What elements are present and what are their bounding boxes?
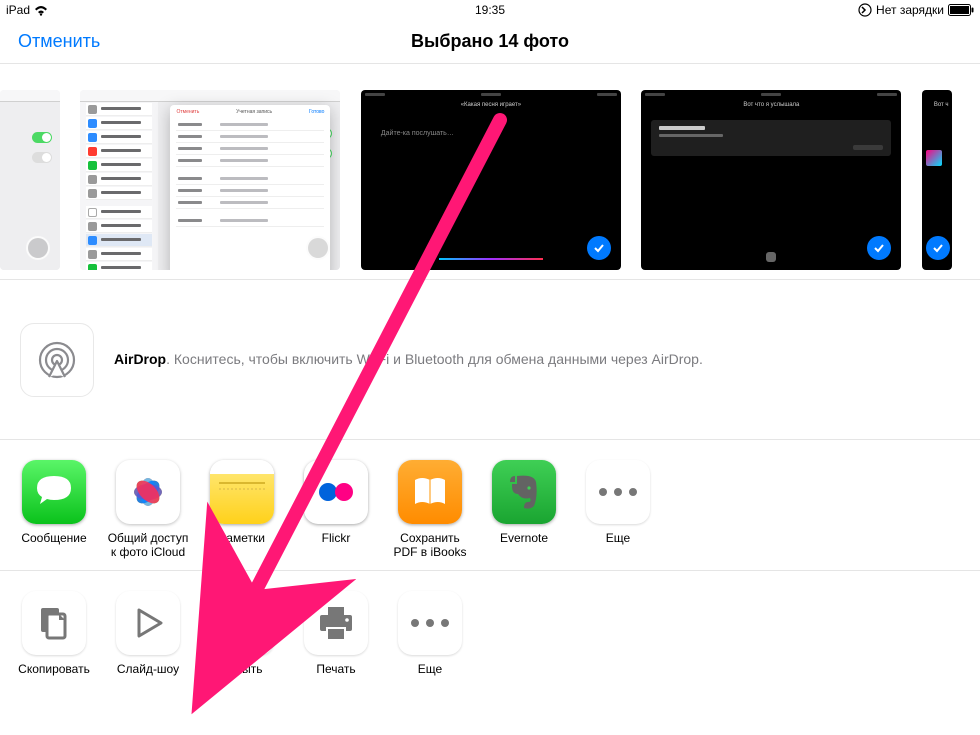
action-label: Скрыть xyxy=(222,662,263,690)
app-label: Заметки xyxy=(219,531,265,559)
photos-icon xyxy=(125,469,171,515)
modal-done: Готово xyxy=(309,109,324,115)
app-label: Еще xyxy=(606,531,630,559)
thumb-caption: Вот что я услышала xyxy=(743,102,799,108)
actions-row: Скопировать Слайд-шоу Скрыть Печать xyxy=(0,571,980,700)
action-label: Слайд-шоу xyxy=(117,662,179,690)
action-print[interactable]: Печать xyxy=(294,591,378,690)
app-label: Сообщение xyxy=(21,531,86,559)
ibooks-icon xyxy=(410,472,450,512)
action-label: Еще xyxy=(418,662,442,690)
app-evernote[interactable]: Evernote xyxy=(482,460,566,560)
photo-thumb[interactable]: «Какая песня играет» Дайте-ка послушать… xyxy=(361,90,621,270)
thumb-caption: Вот ч xyxy=(934,102,949,108)
play-icon xyxy=(131,606,165,640)
messages-icon xyxy=(32,470,76,514)
status-bar: iPad 19:35 Нет зарядки xyxy=(0,0,980,20)
photo-thumb[interactable]: Отменить Учетная запись Готово xyxy=(80,90,340,270)
selected-photos-strip[interactable]: Отменить Учетная запись Готово «Какая пе… xyxy=(0,64,980,280)
selection-badge[interactable] xyxy=(587,236,611,260)
copy-icon xyxy=(35,604,73,642)
app-ibooks[interactable]: Сохранить PDF в iBooks xyxy=(388,460,472,560)
app-label: Сохранить PDF в iBooks xyxy=(388,531,472,560)
evernote-icon xyxy=(506,472,542,512)
share-sheet-header: Отменить Выбрано 14 фото xyxy=(0,20,980,64)
photo-thumb[interactable]: Вот ч xyxy=(922,90,952,270)
app-notes[interactable]: Заметки xyxy=(200,460,284,560)
app-messages[interactable]: Сообщение xyxy=(12,460,96,560)
clock: 19:35 xyxy=(475,3,505,17)
card-subtitle xyxy=(659,134,723,137)
selection-badge[interactable] xyxy=(26,236,50,260)
flickr-icon xyxy=(313,469,359,515)
app-flickr[interactable]: Flickr xyxy=(294,460,378,560)
more-icon xyxy=(411,619,449,627)
modal-cancel: Отменить xyxy=(176,109,199,115)
print-icon xyxy=(316,605,356,641)
more-icon xyxy=(599,488,637,496)
selection-badge[interactable] xyxy=(926,236,950,260)
device-label: iPad xyxy=(6,3,30,17)
app-more[interactable]: Еще xyxy=(576,460,660,560)
action-more[interactable]: Еще xyxy=(388,591,472,690)
not-charging-icon xyxy=(858,3,872,17)
charge-label: Нет зарядки xyxy=(876,3,944,17)
action-label: Печать xyxy=(316,662,355,690)
action-slideshow[interactable]: Слайд-шоу xyxy=(106,591,190,690)
hide-icon xyxy=(222,605,262,641)
notes-icon xyxy=(219,481,265,495)
modal-title: Учетная запись xyxy=(236,109,272,115)
card-title xyxy=(659,126,705,130)
app-icloud-photos[interactable]: Общий доступ к фото iCloud xyxy=(106,460,190,560)
airdrop-text: AirDrop. Коснитесь, чтобы включить Wi-Fi… xyxy=(114,350,703,370)
action-label: Скопировать xyxy=(18,662,90,690)
photo-thumb[interactable] xyxy=(0,90,60,270)
cancel-button[interactable]: Отменить xyxy=(18,31,100,52)
thumb-caption: «Какая песня играет» xyxy=(461,102,521,108)
battery-icon xyxy=(948,4,974,16)
share-apps-row: Сообщение Общий доступ к фото iCloud xyxy=(0,440,980,570)
action-hide[interactable]: Скрыть xyxy=(200,591,284,690)
airdrop-section[interactable]: AirDrop. Коснитесь, чтобы включить Wi-Fi… xyxy=(0,280,980,440)
thumb-hint: Дайте-ка послушать… xyxy=(381,130,454,137)
page-title: Выбрано 14 фото xyxy=(411,31,569,52)
photo-thumb[interactable]: Вот что я услышала xyxy=(641,90,901,270)
airdrop-icon xyxy=(20,323,94,397)
wifi-icon xyxy=(34,5,48,16)
app-label: Общий доступ к фото iCloud xyxy=(106,531,190,560)
action-copy[interactable]: Скопировать xyxy=(12,591,96,690)
app-label: Flickr xyxy=(322,531,351,559)
app-label: Evernote xyxy=(500,531,548,559)
selection-badge[interactable] xyxy=(867,236,891,260)
